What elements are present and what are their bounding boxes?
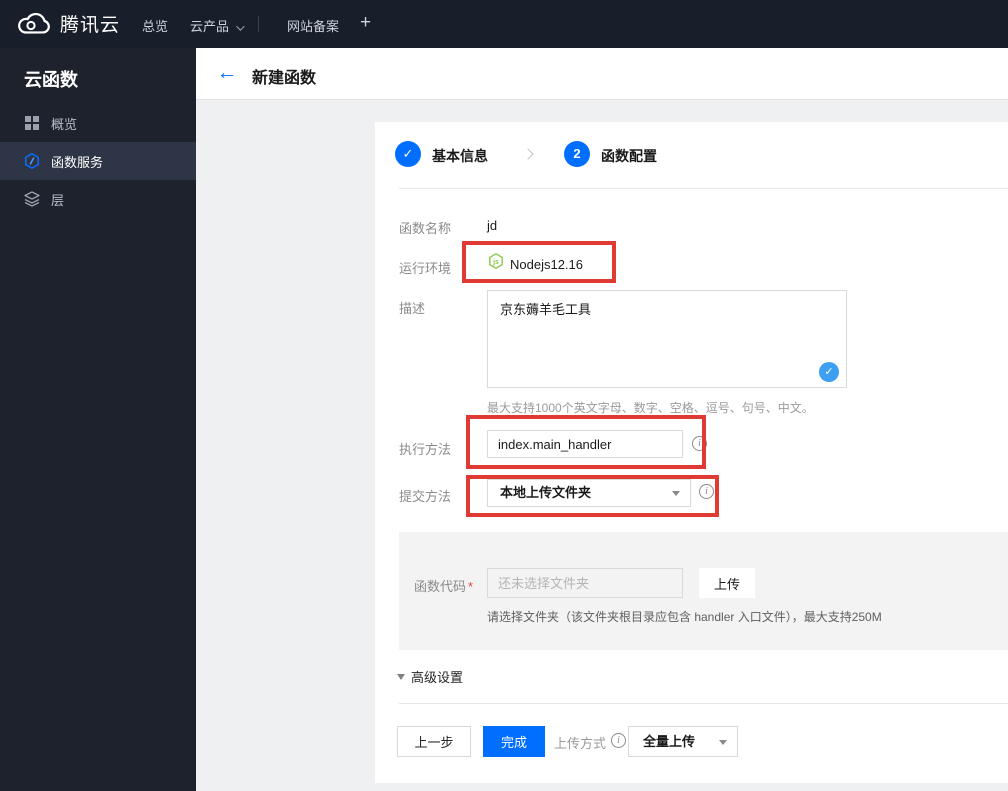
info-icon[interactable]: i	[611, 733, 626, 748]
advanced-settings-label: 高级设置	[411, 670, 464, 685]
description-hint: 最大支持1000个英文字母、数字、空格、逗号、句号、中文。	[487, 401, 814, 415]
advanced-settings-toggle[interactable]: 高级设置	[397, 667, 463, 686]
sidebar-item-layers[interactable]: 层	[0, 180, 196, 218]
function-name-value: jd	[487, 218, 498, 233]
function-code-hint: 请选择文件夹（该文件夹根目录应包含 handler 入口文件），最大支持250M	[487, 610, 882, 624]
layers-icon	[24, 191, 40, 207]
finish-button[interactable]: 完成	[483, 726, 545, 757]
nav-divider	[258, 16, 259, 32]
upload-mode-select[interactable]: 全量上传	[628, 726, 738, 757]
sidebar-item-function-service[interactable]: 函数服务	[0, 142, 196, 180]
footer-divider	[399, 703, 1008, 704]
handler-label: 执行方法	[399, 442, 452, 457]
steps-divider	[399, 188, 1008, 189]
previous-step-button[interactable]: 上一步	[397, 726, 471, 757]
nav-item-cloud-products[interactable]: 云产品	[190, 16, 245, 35]
submit-method-label: 提交方法	[399, 489, 452, 504]
description-textarea[interactable]: 京东薅羊毛工具	[487, 290, 847, 388]
runtime-value: Nodejs12.16	[510, 257, 583, 272]
caret-down-icon	[672, 491, 680, 496]
back-arrow-button[interactable]: ←	[214, 60, 240, 86]
step2-current-circle: 2	[564, 141, 590, 167]
scf-hexagon-icon	[24, 153, 40, 169]
upload-mode-label: 上传方式	[554, 736, 607, 751]
svg-text:js: js	[492, 259, 499, 266]
submit-method-value: 本地上传文件夹	[500, 485, 592, 500]
info-icon[interactable]: i	[699, 484, 714, 499]
grid-icon	[24, 115, 40, 131]
chevron-down-icon	[236, 22, 245, 31]
triangle-down-icon	[397, 673, 405, 680]
runtime-label: 运行环境	[399, 261, 452, 276]
folder-path-input[interactable]	[487, 568, 683, 598]
info-icon[interactable]: i	[692, 436, 707, 451]
upload-mode-value: 全量上传	[643, 734, 696, 749]
cloud-logo-icon	[16, 11, 52, 37]
valid-check-icon: ✓	[819, 362, 839, 382]
chevron-right-icon	[522, 148, 534, 160]
tencent-cloud-logo[interactable]: 腾讯云	[16, 10, 120, 37]
step1-label: 基本信息	[432, 148, 488, 164]
sidebar-item-label: 概览	[51, 116, 78, 132]
sidebar-item-label: 层	[51, 192, 65, 208]
create-function-card: ✓ 基本信息 2 函数配置 函数名称 jd 运行环境 js Nodejs12.1…	[375, 122, 1008, 783]
function-name-label: 函数名称	[399, 221, 452, 236]
brand-name: 腾讯云	[60, 15, 121, 36]
function-code-label: 函数代码 *	[414, 579, 474, 594]
sidebar-product-title: 云函数	[24, 70, 78, 90]
top-navbar: 腾讯云 总览 云产品 网站备案 +	[0, 0, 1008, 48]
page-header: ← 新建函数	[196, 48, 1008, 100]
nav-item-overview[interactable]: 总览	[142, 16, 168, 35]
step1-done-circle: ✓	[395, 141, 421, 167]
nodejs-icon: js	[488, 253, 504, 269]
step2-label: 函数配置	[601, 148, 657, 164]
sidebar: 云函数 概览 函数服务 层	[0, 48, 196, 791]
sidebar-item-overview[interactable]: 概览	[0, 104, 196, 142]
description-label: 描述	[399, 301, 426, 316]
handler-input[interactable]	[487, 430, 683, 458]
submit-method-select[interactable]: 本地上传文件夹	[487, 479, 691, 507]
nav-item-website-icp[interactable]: 网站备案	[287, 16, 339, 35]
function-code-section: 函数代码* 上传 请选择文件夹（该文件夹根目录应包含 handler 入口文件）…	[399, 532, 1008, 650]
caret-down-icon	[719, 740, 727, 745]
nav-add-tab-button[interactable]: +	[360, 12, 371, 34]
page-title: 新建函数	[252, 70, 317, 87]
upload-button[interactable]: 上传	[699, 568, 755, 598]
sidebar-item-label: 函数服务	[51, 154, 104, 170]
check-icon: ✓	[402, 146, 414, 161]
required-asterisk: *	[468, 579, 474, 594]
